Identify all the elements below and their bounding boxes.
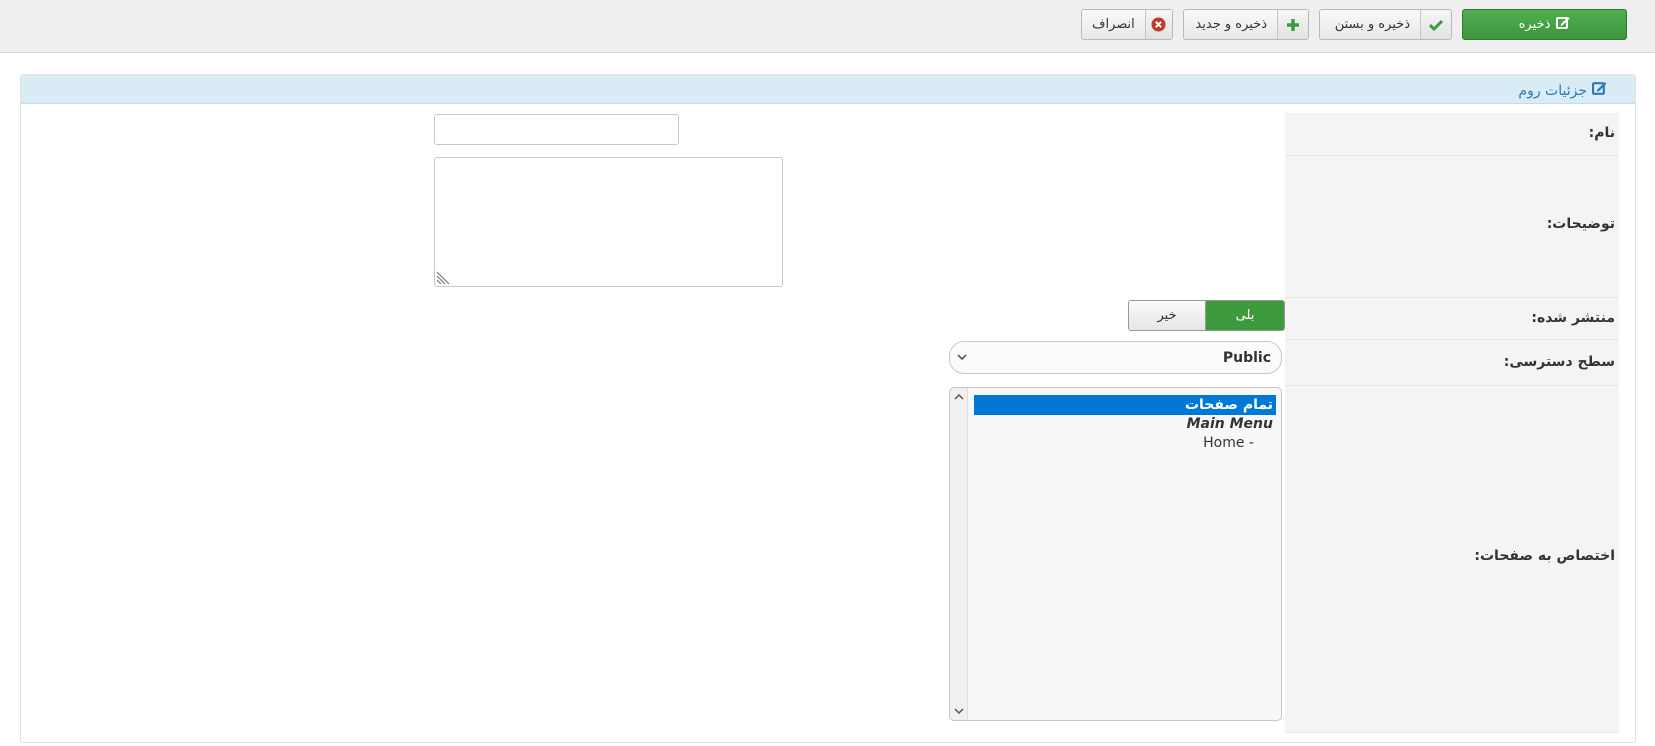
published-yes-button[interactable]: بلی xyxy=(1206,301,1284,330)
close-circle-icon xyxy=(1144,10,1172,39)
published-label: منتشر شده: xyxy=(1531,310,1615,326)
plus-icon xyxy=(1277,10,1308,39)
name-input[interactable] xyxy=(434,114,679,145)
description-textarea[interactable] xyxy=(434,157,783,287)
description-label: توضیحات: xyxy=(1546,216,1615,232)
access-label: سطح دسترسی: xyxy=(1503,354,1615,370)
description-label-cell: توضیحات: xyxy=(1285,156,1619,298)
access-value: Public xyxy=(1222,350,1271,366)
save-and-close-button[interactable]: ذخیره و بستن xyxy=(1319,9,1452,40)
published-toggle[interactable]: خیر بلی xyxy=(1128,300,1285,331)
assignment-label-cell: اختصاص به صفحات: xyxy=(1285,386,1619,733)
save-and-new-button[interactable]: ذخیره و جدید xyxy=(1183,9,1309,40)
save-label: ذخیره xyxy=(1518,17,1551,32)
name-label: نام: xyxy=(1588,125,1615,141)
listbox-scrollbar[interactable] xyxy=(950,388,968,720)
access-select[interactable]: Public xyxy=(949,341,1282,374)
option-all-pages[interactable]: تمام صفحات xyxy=(974,395,1276,415)
panel-header: جزئیات روم xyxy=(21,75,1635,104)
panel-title-text: جزئیات روم xyxy=(1518,82,1587,99)
save-and-close-label: ذخیره و بستن xyxy=(1334,17,1410,32)
published-label-cell: منتشر شده: xyxy=(1285,298,1619,340)
resize-handle-icon[interactable] xyxy=(436,269,452,285)
save-and-new-label: ذخیره و جدید xyxy=(1195,17,1267,32)
option-group-main-menu: Main Menu xyxy=(1186,416,1273,432)
edit-icon xyxy=(1556,16,1570,34)
cancel-button[interactable]: انصراف xyxy=(1081,9,1173,40)
panel-edit-icon xyxy=(1592,81,1607,100)
save-button[interactable]: ذخیره xyxy=(1462,9,1627,40)
check-icon xyxy=(1420,10,1451,39)
cancel-label: انصراف xyxy=(1092,17,1135,32)
name-label-cell: نام: xyxy=(1285,113,1619,156)
access-label-cell: سطح دسترسی: xyxy=(1285,340,1619,386)
chevron-down-icon[interactable] xyxy=(954,706,964,716)
assignment-label: اختصاص به صفحات: xyxy=(1474,548,1615,564)
chevron-up-icon[interactable] xyxy=(954,392,964,402)
toolbar: ذخیره ذخیره و بستن ذخیره و جدید انصراف xyxy=(0,0,1655,53)
page-assignment-listbox[interactable]: تمام صفحات Main Menu - Home xyxy=(949,387,1282,721)
chevron-down-icon xyxy=(957,354,967,361)
panel-title: جزئیات روم xyxy=(1518,81,1607,100)
option-home[interactable]: - Home xyxy=(1200,433,1257,453)
published-no-button[interactable]: خیر xyxy=(1129,301,1207,330)
